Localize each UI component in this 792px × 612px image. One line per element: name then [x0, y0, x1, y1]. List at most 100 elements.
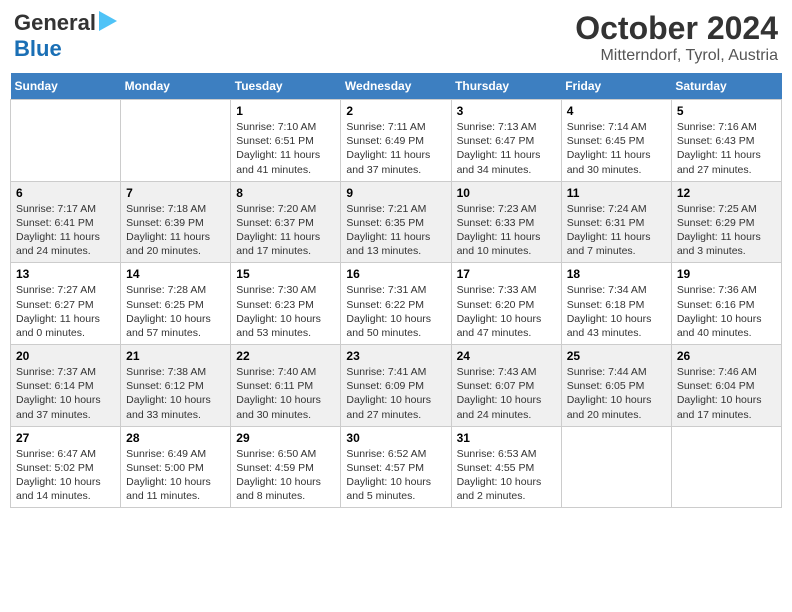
day-info: Sunrise: 7:33 AMSunset: 6:20 PMDaylight:…: [457, 283, 556, 340]
day-info: Sunrise: 6:52 AMSunset: 4:57 PMDaylight:…: [346, 447, 445, 504]
logo-arrow-icon: [99, 11, 117, 36]
calendar-cell: 17 Sunrise: 7:33 AMSunset: 6:20 PMDayligh…: [451, 263, 561, 345]
day-header-friday: Friday: [561, 73, 671, 100]
calendar-cell: 4Sunrise: 7:14 AMSunset: 6:45 PMDaylight…: [561, 100, 671, 182]
calendar-cell: 10 Sunrise: 7:23 AMSunset: 6:33 PMDayligh…: [451, 181, 561, 263]
day-number: 23: [346, 349, 445, 363]
calendar-cell: 2 Sunrise: 7:11 AMSunset: 6:49 PMDaylight…: [341, 100, 451, 182]
day-number: 1: [236, 104, 335, 118]
day-info: Sunrise: 7:40 AMSunset: 6:11 PMDaylight:…: [236, 365, 335, 422]
day-info: Sunrise: 7:28 AMSunset: 6:25 PMDaylight:…: [126, 283, 225, 340]
calendar-cell: 12 Sunrise: 7:25 AMSunset: 6:29 PMDayligh…: [671, 181, 781, 263]
calendar-week-row: 13 Sunrise: 7:27 AMSunset: 6:27 PMDayligh…: [11, 263, 782, 345]
day-info: Sunrise: 7:30 AMSunset: 6:23 PMDaylight:…: [236, 283, 335, 340]
calendar-week-row: 27Sunrise: 6:47 AMSunset: 5:02 PMDayligh…: [11, 426, 782, 508]
calendar-cell: 13 Sunrise: 7:27 AMSunset: 6:27 PMDayligh…: [11, 263, 121, 345]
calendar-subtitle: Mitterndorf, Tyrol, Austria: [575, 47, 778, 65]
day-info: Sunrise: 7:31 AMSunset: 6:22 PMDaylight:…: [346, 283, 445, 340]
calendar-cell: 8 Sunrise: 7:20 AMSunset: 6:37 PMDaylight…: [231, 181, 341, 263]
calendar-cell: 1 Sunrise: 7:10 AMSunset: 6:51 PMDaylight…: [231, 100, 341, 182]
day-info: Sunrise: 6:50 AMSunset: 4:59 PMDaylight:…: [236, 447, 335, 504]
day-info: Sunrise: 7:24 AMSunset: 6:31 PMDaylight:…: [567, 202, 666, 259]
calendar-cell: 26 Sunrise: 7:46 AMSunset: 6:04 PMDayligh…: [671, 345, 781, 427]
calendar-cell: 28 Sunrise: 6:49 AMSunset: 5:00 PMDayligh…: [121, 426, 231, 508]
day-info: Sunrise: 7:27 AMSunset: 6:27 PMDaylight:…: [16, 283, 115, 340]
title-block: October 2024 Mitterndorf, Tyrol, Austria: [575, 10, 778, 65]
day-header-sunday: Sunday: [11, 73, 121, 100]
day-info: Sunrise: 7:25 AMSunset: 6:29 PMDaylight:…: [677, 202, 776, 259]
calendar-cell: 18 Sunrise: 7:34 AMSunset: 6:18 PMDayligh…: [561, 263, 671, 345]
calendar-week-row: 6Sunrise: 7:17 AMSunset: 6:41 PMDaylight…: [11, 181, 782, 263]
day-number: 3: [457, 104, 556, 118]
page-header: General Blue October 2024 Mitterndorf, T…: [10, 10, 782, 65]
day-info: Sunrise: 7:38 AMSunset: 6:12 PMDaylight:…: [126, 365, 225, 422]
day-number: 17: [457, 267, 556, 281]
calendar-cell: 29 Sunrise: 6:50 AMSunset: 4:59 PMDayligh…: [231, 426, 341, 508]
day-number: 11: [567, 186, 666, 200]
calendar-cell: 9Sunrise: 7:21 AMSunset: 6:35 PMDaylight…: [341, 181, 451, 263]
calendar-title: October 2024: [575, 10, 778, 47]
day-header-monday: Monday: [121, 73, 231, 100]
day-number: 30: [346, 431, 445, 445]
day-number: 14: [126, 267, 225, 281]
day-number: 15: [236, 267, 335, 281]
day-number: 18: [567, 267, 666, 281]
calendar-table: SundayMondayTuesdayWednesdayThursdayFrid…: [10, 73, 782, 508]
day-info: Sunrise: 7:41 AMSunset: 6:09 PMDaylight:…: [346, 365, 445, 422]
day-number: 20: [16, 349, 115, 363]
day-info: Sunrise: 7:20 AMSunset: 6:37 PMDaylight:…: [236, 202, 335, 259]
calendar-cell: 30 Sunrise: 6:52 AMSunset: 4:57 PMDayligh…: [341, 426, 451, 508]
day-number: 6: [16, 186, 115, 200]
calendar-cell: 19Sunrise: 7:36 AMSunset: 6:16 PMDayligh…: [671, 263, 781, 345]
day-info: Sunrise: 7:18 AMSunset: 6:39 PMDaylight:…: [126, 202, 225, 259]
day-info: Sunrise: 7:10 AMSunset: 6:51 PMDaylight:…: [236, 120, 335, 177]
day-number: 22: [236, 349, 335, 363]
day-header-tuesday: Tuesday: [231, 73, 341, 100]
calendar-cell: 5Sunrise: 7:16 AMSunset: 6:43 PMDaylight…: [671, 100, 781, 182]
logo-text: General: [14, 10, 96, 36]
day-number: 2: [346, 104, 445, 118]
calendar-cell: 23 Sunrise: 7:41 AMSunset: 6:09 PMDayligh…: [341, 345, 451, 427]
calendar-cell: 11 Sunrise: 7:24 AMSunset: 6:31 PMDayligh…: [561, 181, 671, 263]
calendar-cell: [561, 426, 671, 508]
calendar-cell: 7Sunrise: 7:18 AMSunset: 6:39 PMDaylight…: [121, 181, 231, 263]
day-info: Sunrise: 7:23 AMSunset: 6:33 PMDaylight:…: [457, 202, 556, 259]
day-info: Sunrise: 7:43 AMSunset: 6:07 PMDaylight:…: [457, 365, 556, 422]
day-number: 19: [677, 267, 776, 281]
day-number: 25: [567, 349, 666, 363]
day-info: Sunrise: 7:34 AMSunset: 6:18 PMDaylight:…: [567, 283, 666, 340]
day-number: 10: [457, 186, 556, 200]
day-number: 21: [126, 349, 225, 363]
calendar-cell: 27Sunrise: 6:47 AMSunset: 5:02 PMDayligh…: [11, 426, 121, 508]
calendar-week-row: 20 Sunrise: 7:37 AMSunset: 6:14 PMDayligh…: [11, 345, 782, 427]
calendar-cell: 16Sunrise: 7:31 AMSunset: 6:22 PMDayligh…: [341, 263, 451, 345]
calendar-cell: [11, 100, 121, 182]
day-number: 24: [457, 349, 556, 363]
day-number: 31: [457, 431, 556, 445]
calendar-cell: 14 Sunrise: 7:28 AMSunset: 6:25 PMDayligh…: [121, 263, 231, 345]
day-info: Sunrise: 7:11 AMSunset: 6:49 PMDaylight:…: [346, 120, 445, 177]
day-number: 8: [236, 186, 335, 200]
day-info: Sunrise: 7:37 AMSunset: 6:14 PMDaylight:…: [16, 365, 115, 422]
calendar-cell: 20 Sunrise: 7:37 AMSunset: 6:14 PMDayligh…: [11, 345, 121, 427]
day-info: Sunrise: 7:13 AMSunset: 6:47 PMDaylight:…: [457, 120, 556, 177]
day-header-wednesday: Wednesday: [341, 73, 451, 100]
day-number: 26: [677, 349, 776, 363]
day-info: Sunrise: 7:44 AMSunset: 6:05 PMDaylight:…: [567, 365, 666, 422]
day-info: Sunrise: 7:14 AMSunset: 6:45 PMDaylight:…: [567, 120, 666, 177]
day-number: 29: [236, 431, 335, 445]
day-info: Sunrise: 6:53 AMSunset: 4:55 PMDaylight:…: [457, 447, 556, 504]
calendar-cell: 3 Sunrise: 7:13 AMSunset: 6:47 PMDaylight…: [451, 100, 561, 182]
day-header-saturday: Saturday: [671, 73, 781, 100]
calendar-header-row: SundayMondayTuesdayWednesdayThursdayFrid…: [11, 73, 782, 100]
day-info: Sunrise: 6:49 AMSunset: 5:00 PMDaylight:…: [126, 447, 225, 504]
calendar-week-row: 1 Sunrise: 7:10 AMSunset: 6:51 PMDaylight…: [11, 100, 782, 182]
calendar-cell: [121, 100, 231, 182]
day-info: Sunrise: 7:46 AMSunset: 6:04 PMDaylight:…: [677, 365, 776, 422]
calendar-cell: 21 Sunrise: 7:38 AMSunset: 6:12 PMDayligh…: [121, 345, 231, 427]
day-number: 13: [16, 267, 115, 281]
day-number: 28: [126, 431, 225, 445]
calendar-cell: 15 Sunrise: 7:30 AMSunset: 6:23 PMDayligh…: [231, 263, 341, 345]
day-number: 12: [677, 186, 776, 200]
day-number: 9: [346, 186, 445, 200]
